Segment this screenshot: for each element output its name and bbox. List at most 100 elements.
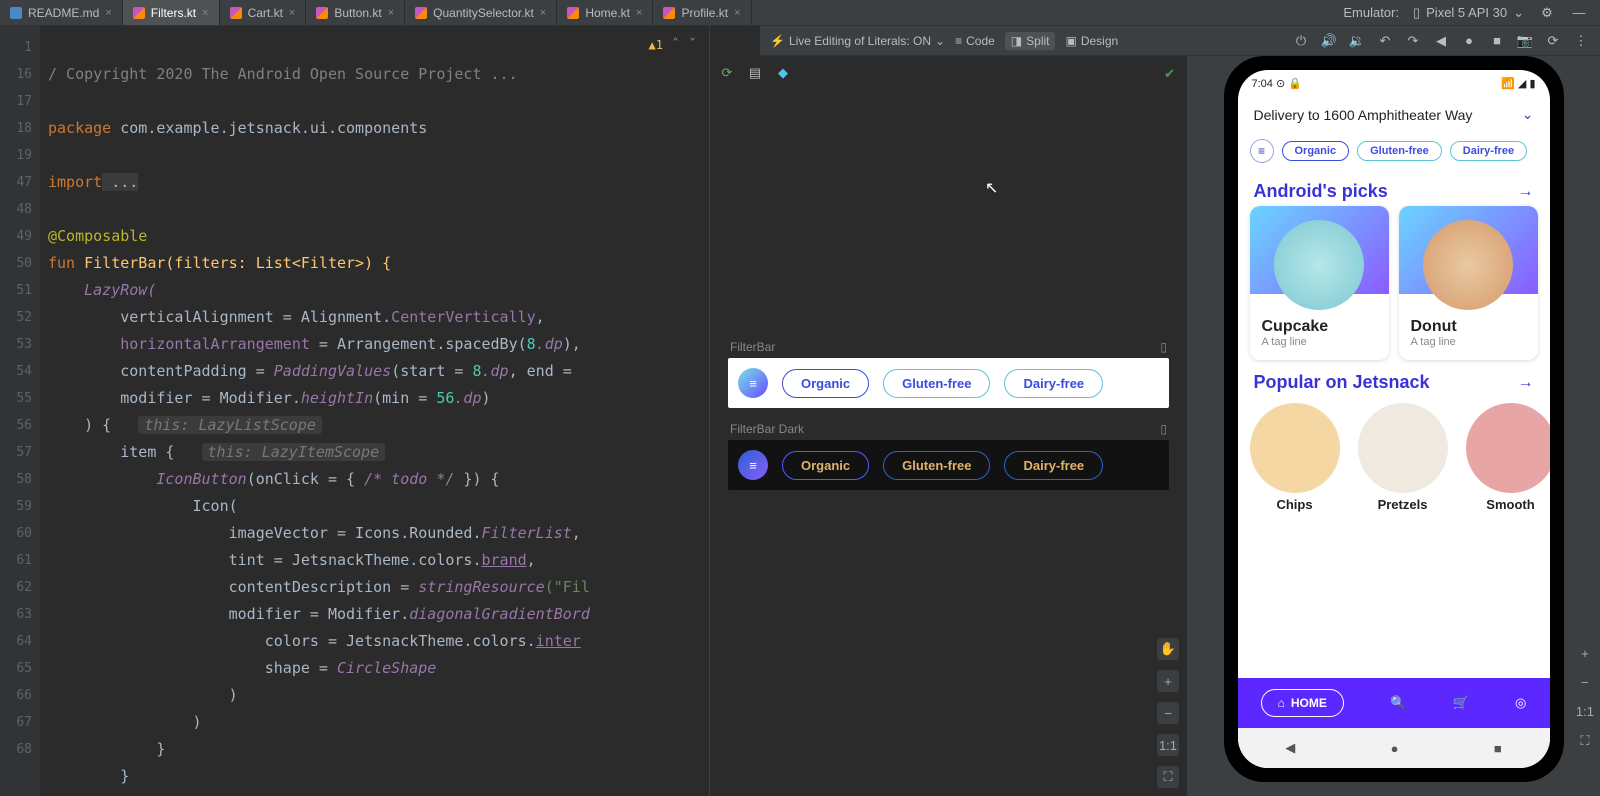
tabbar-right: Emulator: ▯ Pixel 5 API 30 ⌄ ⚙ — [1331, 0, 1600, 25]
close-icon[interactable]: × [734, 7, 740, 19]
live-editing-toggle[interactable]: ⚡ Live Editing of Literals: ON ⌄ [770, 34, 945, 48]
arrow-right-icon[interactable]: → [1518, 183, 1534, 201]
filter-chip[interactable]: Dairy-free [1004, 369, 1103, 398]
close-icon[interactable]: × [105, 7, 111, 19]
phone-outline-icon[interactable]: ▯ [1160, 422, 1167, 436]
zoom-reset[interactable]: 1:1 [1157, 734, 1179, 756]
fit-icon[interactable]: ⛶ [1157, 766, 1179, 788]
filter-chip[interactable]: Gluten-free [1357, 141, 1442, 161]
product-card[interactable]: DonutA tag line [1399, 206, 1538, 360]
tab-quantityselector[interactable]: QuantitySelector.kt × [405, 0, 557, 25]
pan-icon[interactable]: ✋ [1157, 638, 1179, 660]
search-icon[interactable]: 🔍 [1390, 695, 1406, 711]
section-title: Popular on Jetsnack [1254, 372, 1430, 393]
fit-icon[interactable]: ⛶ [1580, 733, 1589, 749]
filter-chip[interactable]: Organic [1282, 141, 1350, 161]
delivery-address: Delivery to 1600 Amphitheater Way [1254, 107, 1473, 123]
reload-icon[interactable]: ⟳ [1544, 32, 1562, 50]
close-icon[interactable]: × [388, 7, 394, 19]
filter-icon[interactable]: ≡ [1250, 139, 1274, 163]
preview-title-light: FilterBar [730, 340, 775, 354]
tab-filters[interactable]: Filters.kt × [123, 0, 220, 25]
tab-profile[interactable]: Profile.kt × [653, 0, 751, 25]
filter-chip[interactable]: Gluten-free [883, 369, 990, 398]
device-name: Pixel 5 API 30 [1426, 5, 1507, 20]
close-icon[interactable]: × [540, 7, 546, 19]
filter-icon[interactable]: ≡ [738, 368, 768, 398]
arrow-right-icon[interactable]: → [1518, 374, 1534, 392]
tab-label: Cart.kt [248, 6, 283, 20]
view-design[interactable]: ▣ Design [1059, 32, 1124, 50]
filter-chip[interactable]: Organic [782, 451, 869, 480]
design-surface[interactable]: ⟳ ▤ ◆ ✔ FilterBar ▯ ≡ Organic Gluten-fre… [710, 26, 1187, 796]
preview-title-dark: FilterBar Dark [730, 422, 804, 436]
tab-home[interactable]: Home.kt × [557, 0, 653, 25]
device-selector[interactable]: ▯ Pixel 5 API 30 ⌄ [1413, 5, 1524, 21]
delivery-row[interactable]: Delivery to 1600 Amphitheater Way ⌄ [1238, 96, 1550, 133]
overview-icon[interactable]: ■ [1488, 32, 1506, 50]
home-icon[interactable]: ● [1391, 741, 1399, 756]
view-code[interactable]: ≡ Code [949, 32, 1001, 50]
design-toolbar: ⚡ Live Editing of Literals: ON ⌄ ≡ Code … [760, 26, 1600, 56]
tab-label: Profile.kt [681, 6, 728, 20]
phone-outline-icon[interactable]: ▯ [1160, 340, 1167, 354]
power-icon[interactable]: ⏻ [1292, 32, 1310, 50]
editor-tabbar: README.md × Filters.kt × Cart.kt × Butto… [0, 0, 1600, 26]
bottom-nav: ⌂ HOME 🔍 🛒 ◎ [1238, 678, 1550, 728]
interactive-icon[interactable]: ▤ [746, 64, 764, 82]
close-icon[interactable]: × [636, 7, 642, 19]
minimize-icon[interactable]: — [1570, 4, 1588, 22]
home-icon[interactable]: ● [1460, 32, 1478, 50]
rotate-right-icon[interactable]: ↷ [1404, 32, 1422, 50]
close-icon[interactable]: × [289, 7, 295, 19]
snack-item[interactable]: Pretzels [1358, 403, 1448, 512]
back-icon[interactable]: ◀ [1285, 740, 1295, 756]
editor-inspection-badge[interactable]: ▲1 ˆˇ [648, 32, 697, 59]
filter-chip[interactable]: Gluten-free [883, 451, 990, 480]
filter-chip[interactable]: Dairy-free [1450, 141, 1527, 161]
tab-readme[interactable]: README.md × [0, 0, 123, 25]
phone-icon: ▯ [1413, 5, 1420, 21]
snack-item[interactable]: Smooth [1466, 403, 1550, 512]
chevron-down-icon: ⌄ [1522, 106, 1534, 123]
profile-icon[interactable]: ◎ [1515, 695, 1526, 711]
zoom-in-icon[interactable]: + [1581, 646, 1589, 661]
filter-chip[interactable]: Dairy-free [1004, 451, 1103, 480]
screenshot-icon[interactable]: 📷 [1516, 32, 1534, 50]
filter-icon[interactable]: ≡ [738, 450, 768, 480]
tab-label: Button.kt [334, 6, 381, 20]
device-screen[interactable]: 7:04 ⊙ 🔒 📶 ◢ ▮ Delivery to 1600 Amphithe… [1238, 70, 1550, 768]
product-card[interactable]: CupcakeA tag line [1250, 206, 1389, 360]
code-area[interactable]: / Copyright 2020 The Android Open Source… [40, 26, 709, 796]
device-frame: 7:04 ⊙ 🔒 📶 ◢ ▮ Delivery to 1600 Amphithe… [1224, 56, 1564, 782]
chevron-down-icon: ⌄ [935, 34, 945, 48]
rotate-left-icon[interactable]: ↶ [1376, 32, 1394, 50]
back-icon[interactable]: ◀ [1432, 32, 1450, 50]
close-icon[interactable]: × [202, 7, 208, 19]
overview-icon[interactable]: ■ [1494, 741, 1502, 756]
layers-icon[interactable]: ◆ [774, 64, 792, 82]
code-editor[interactable]: 1161718194748495051525354555657585960616… [0, 26, 710, 796]
refresh-icon[interactable]: ⟳ [718, 64, 736, 82]
chevron-down-icon: ⌄ [1513, 5, 1524, 21]
zoom-out-icon[interactable]: − [1157, 702, 1179, 724]
gear-icon[interactable]: ⚙ [1538, 4, 1556, 22]
cart-icon[interactable]: 🛒 [1453, 695, 1469, 711]
design-label: Design [1081, 34, 1118, 48]
view-split[interactable]: ◨ Split [1005, 32, 1056, 50]
kotlin-icon [567, 7, 579, 19]
tab-button[interactable]: Button.kt × [306, 0, 405, 25]
volume-up-icon[interactable]: 🔊 [1320, 32, 1338, 50]
system-nav: ◀ ● ■ [1238, 728, 1550, 768]
nav-home[interactable]: ⌂ HOME [1261, 689, 1344, 717]
zoom-reset[interactable]: 1:1 [1576, 704, 1594, 719]
zoom-in-icon[interactable]: + [1157, 670, 1179, 692]
volume-down-icon[interactable]: 🔉 [1348, 32, 1366, 50]
snack-item[interactable]: Chips [1250, 403, 1340, 512]
tab-cart[interactable]: Cart.kt × [220, 0, 307, 25]
card-title: Cupcake [1262, 318, 1377, 336]
kotlin-icon [316, 7, 328, 19]
more-icon[interactable]: ⋮ [1572, 32, 1590, 50]
zoom-out-icon[interactable]: − [1581, 675, 1589, 690]
filter-chip[interactable]: Organic [782, 369, 869, 398]
